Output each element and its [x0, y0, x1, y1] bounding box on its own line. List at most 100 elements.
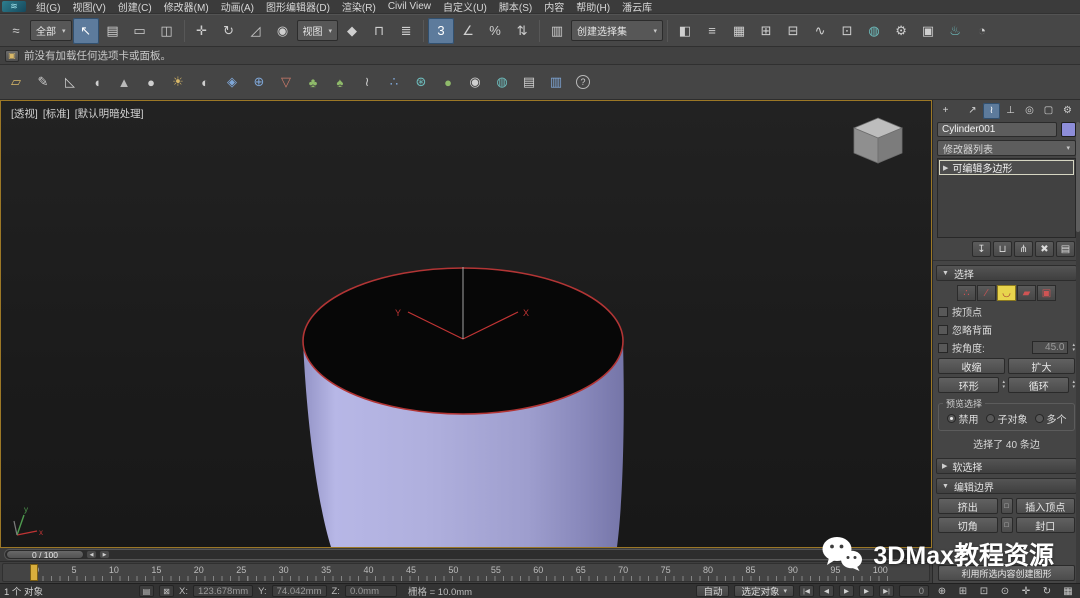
menu-item[interactable]: 修改器(M) [158, 0, 215, 14]
polygon-mode-icon[interactable]: ▰ [1017, 285, 1036, 301]
selection-region-icon[interactable]: ▭ [127, 18, 153, 44]
spinner-icon[interactable]: ▴ ▾ [1072, 343, 1075, 353]
material-ball-icon[interactable]: ◍ [490, 70, 514, 94]
atom-icon[interactable]: ⊛ [409, 70, 433, 94]
gem-icon[interactable]: ◈ [220, 70, 244, 94]
by-angle-value-field[interactable]: 45.0 [1032, 341, 1068, 354]
time-slider-handle[interactable]: 0 / 100 [6, 550, 84, 559]
shaded-sphere-icon[interactable]: ◐ [193, 70, 217, 94]
zoom-extents-icon[interactable]: ⊡ [976, 585, 992, 598]
window-crossing-icon[interactable]: ◫ [154, 18, 180, 44]
auto-key-button[interactable]: 自动 [696, 585, 729, 597]
ribbon-panel-icon[interactable]: ▣ [5, 50, 19, 62]
cap-button[interactable]: 封口 [1016, 517, 1076, 533]
leaf-icon[interactable]: ♣ [301, 70, 325, 94]
edit-named-selections-icon[interactable]: ▥ [544, 18, 570, 44]
next-frame-icon[interactable]: ▶ [859, 585, 874, 597]
orbit-icon[interactable]: ↻ [1039, 585, 1055, 598]
particles-icon[interactable]: ∴ [382, 70, 406, 94]
expand-arrow-icon[interactable]: ▶ [943, 164, 948, 172]
plus-icon[interactable]: + [937, 103, 954, 119]
green-ball-icon[interactable]: ● [436, 70, 460, 94]
selection-lock-icon[interactable]: ⊠ [159, 585, 174, 597]
menu-item[interactable]: 帮助(H) [570, 0, 616, 14]
shrink-button[interactable]: 收缩 [938, 358, 1005, 374]
layer-manager-icon[interactable]: ▦ [726, 18, 752, 44]
select-by-name-icon[interactable]: ▤ [100, 18, 126, 44]
radio-icon[interactable] [947, 414, 956, 423]
ribbon-toggle-icon[interactable]: ⊟ [780, 18, 806, 44]
motion-tab-icon[interactable]: ◎ [1021, 103, 1038, 119]
preview-disable-radio[interactable]: 禁用 [947, 411, 979, 426]
scene-explorer-icon[interactable]: ⊞ [753, 18, 779, 44]
ring-spinner[interactable]: ▴ ▾ [1002, 380, 1005, 390]
sphere-icon[interactable]: ● [139, 70, 163, 94]
utilities-tab-icon[interactable]: ⚙ [1059, 103, 1076, 119]
select-and-scale-icon[interactable]: ◿ [243, 18, 269, 44]
pan-icon[interactable]: ✛ [1018, 585, 1034, 598]
field-of-view-icon[interactable]: ⊙ [997, 585, 1013, 598]
clipboard-icon[interactable]: ▤ [517, 70, 541, 94]
angle-snap-icon[interactable]: ∠ [455, 18, 481, 44]
extrude-button[interactable]: 挤出 [938, 498, 998, 514]
loop-spinner[interactable]: ▴ ▾ [1072, 380, 1075, 390]
checkbox-icon[interactable] [938, 325, 948, 335]
configure-modifier-sets-icon[interactable]: ▤ [1056, 241, 1075, 257]
radio-icon[interactable] [986, 414, 995, 423]
chamfer-button[interactable]: 切角 [938, 517, 998, 533]
track-bar[interactable]: 0510152025303540455055606570758085909510… [0, 561, 932, 583]
render-production-icon[interactable]: ♨ [942, 18, 968, 44]
rollout-selection-header[interactable]: ▼ 选择 [936, 265, 1077, 281]
named-selection-set-dropdown[interactable]: 创建选择集 ▾ [571, 20, 663, 41]
play-icon[interactable]: ▶ [839, 585, 854, 597]
menu-item[interactable]: 创建(C) [112, 0, 158, 14]
pin-stack-icon[interactable]: ↧ [972, 241, 991, 257]
modifier-stack[interactable]: ▶ 可编辑多边形 [937, 158, 1076, 238]
menu-item[interactable]: Civil View [382, 1, 437, 12]
insert-vertex-button[interactable]: 插入顶点 [1016, 498, 1076, 514]
zoom-icon[interactable]: ⊕ [934, 585, 950, 598]
curve-editor-icon[interactable]: ∿ [807, 18, 833, 44]
zoom-all-icon[interactable]: ⊞ [955, 585, 971, 598]
pov-viewport-label[interactable]: [透视] [11, 106, 38, 121]
create-tab-icon[interactable]: ↗ [964, 103, 981, 119]
standard-viewport-label[interactable]: [标准] [43, 106, 70, 121]
maximize-viewport-toggle-icon[interactable]: ▦ [1060, 585, 1076, 598]
cone-icon[interactable]: ▲ [112, 70, 136, 94]
select-and-rotate-icon[interactable]: ↻ [216, 18, 242, 44]
scene-canvas[interactable]: Y X [1, 101, 931, 547]
previous-frame-icon[interactable]: ◀ [819, 585, 834, 597]
select-and-place-icon[interactable]: ◉ [270, 18, 296, 44]
panel-scrollbar-thumb[interactable] [1076, 122, 1080, 232]
time-slider-track[interactable]: 0 / 100 ◀▶ [4, 549, 918, 560]
render-setup-icon[interactable]: ⚙ [888, 18, 914, 44]
brush-icon[interactable]: ✎ [31, 70, 55, 94]
stats-icon[interactable]: ▥ [544, 70, 568, 94]
ignore-backfacing-checkbox[interactable]: 忽略背面 [938, 322, 1075, 337]
display-tab-icon[interactable]: ▢ [1040, 103, 1057, 119]
flask-icon[interactable]: ▽ [274, 70, 298, 94]
remove-modifier-icon[interactable]: ✖ [1035, 241, 1054, 257]
modifier-list-dropdown[interactable]: 修改器列表 ▾ [937, 140, 1076, 156]
go-to-start-icon[interactable]: |◀ [799, 585, 814, 597]
rendered-frame-icon[interactable]: ▣ [915, 18, 941, 44]
menu-item[interactable]: 渲染(R) [336, 0, 382, 14]
menu-item[interactable]: 视图(V) [66, 0, 111, 14]
material-editor-icon[interactable]: ◍ [861, 18, 887, 44]
modify-tab-icon[interactable]: ≀ [983, 103, 1000, 119]
rollout-soft-selection-header[interactable]: ▶ 软选择 [936, 458, 1077, 474]
by-vertex-checkbox[interactable]: 按顶点 [938, 304, 1075, 319]
help-icon[interactable]: ? [571, 70, 595, 94]
align-icon[interactable]: ≡ [699, 18, 725, 44]
perspective-viewport[interactable]: [透视] [标准] [默认明暗处理] [0, 100, 932, 548]
loop-button[interactable]: 循环 [1008, 377, 1069, 393]
slider-next-icon[interactable]: ▶ [99, 550, 110, 559]
ring-button[interactable]: 环形 [938, 377, 999, 393]
selection-filter-dropdown[interactable]: 全部 ▾ [30, 20, 72, 41]
selected-filter-dropdown[interactable]: 选定对象 ▾ [734, 585, 794, 597]
shading-viewport-label[interactable]: [默认明暗处理] [75, 106, 144, 121]
rollout-edit-borders-header[interactable]: ▼ 编辑边界 [936, 478, 1077, 494]
coord-x-field[interactable]: 123.678mm [193, 585, 253, 597]
sun-icon[interactable]: ☀ [166, 70, 190, 94]
element-mode-icon[interactable]: ▣ [1037, 285, 1056, 301]
